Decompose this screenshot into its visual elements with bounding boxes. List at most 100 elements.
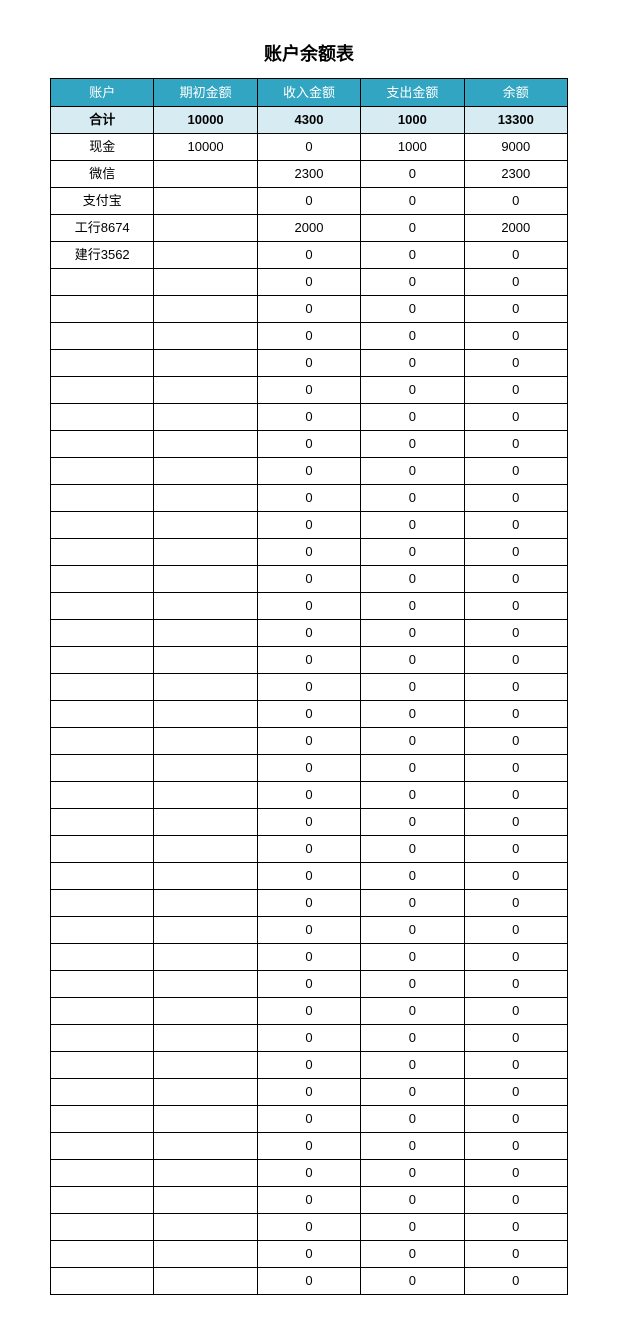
cell-account bbox=[51, 269, 154, 296]
cell-expense: 0 bbox=[361, 1214, 464, 1241]
cell-expense: 0 bbox=[361, 404, 464, 431]
table-row: 000 bbox=[51, 512, 568, 539]
cell-expense: 0 bbox=[361, 242, 464, 269]
cell-income: 0 bbox=[257, 782, 360, 809]
table-row: 000 bbox=[51, 755, 568, 782]
cell-initial bbox=[154, 890, 257, 917]
cell-balance: 0 bbox=[464, 458, 567, 485]
cell-initial bbox=[154, 485, 257, 512]
cell-expense: 0 bbox=[361, 323, 464, 350]
cell-account: 微信 bbox=[51, 161, 154, 188]
total-label: 合计 bbox=[51, 107, 154, 134]
cell-balance: 0 bbox=[464, 701, 567, 728]
table-row: 000 bbox=[51, 1052, 568, 1079]
cell-expense: 0 bbox=[361, 566, 464, 593]
cell-balance: 0 bbox=[464, 1160, 567, 1187]
table-row: 000 bbox=[51, 458, 568, 485]
cell-account bbox=[51, 1268, 154, 1295]
cell-initial bbox=[154, 431, 257, 458]
cell-initial: 10000 bbox=[154, 134, 257, 161]
cell-balance: 0 bbox=[464, 944, 567, 971]
cell-expense: 0 bbox=[361, 1187, 464, 1214]
cell-balance: 0 bbox=[464, 917, 567, 944]
table-row: 000 bbox=[51, 539, 568, 566]
cell-expense: 0 bbox=[361, 1106, 464, 1133]
cell-expense: 0 bbox=[361, 1160, 464, 1187]
cell-income: 0 bbox=[257, 458, 360, 485]
cell-income: 0 bbox=[257, 593, 360, 620]
cell-expense: 0 bbox=[361, 809, 464, 836]
cell-balance: 0 bbox=[464, 485, 567, 512]
cell-account bbox=[51, 1187, 154, 1214]
table-row: 000 bbox=[51, 485, 568, 512]
cell-income: 0 bbox=[257, 1268, 360, 1295]
cell-initial bbox=[154, 458, 257, 485]
cell-income: 0 bbox=[257, 863, 360, 890]
cell-initial bbox=[154, 539, 257, 566]
header-initial: 期初金额 bbox=[154, 79, 257, 107]
cell-initial bbox=[154, 323, 257, 350]
cell-income: 0 bbox=[257, 674, 360, 701]
cell-income: 0 bbox=[257, 701, 360, 728]
cell-income: 0 bbox=[257, 944, 360, 971]
cell-account bbox=[51, 1106, 154, 1133]
cell-income: 0 bbox=[257, 1052, 360, 1079]
cell-expense: 0 bbox=[361, 1268, 464, 1295]
cell-initial bbox=[154, 944, 257, 971]
cell-income: 0 bbox=[257, 188, 360, 215]
header-income: 收入金额 bbox=[257, 79, 360, 107]
table-row: 000 bbox=[51, 350, 568, 377]
table-row: 000 bbox=[51, 296, 568, 323]
cell-expense: 0 bbox=[361, 593, 464, 620]
header-expense: 支出金额 bbox=[361, 79, 464, 107]
header-balance: 余额 bbox=[464, 79, 567, 107]
table-row: 000 bbox=[51, 323, 568, 350]
cell-expense: 0 bbox=[361, 674, 464, 701]
cell-account bbox=[51, 485, 154, 512]
cell-account bbox=[51, 566, 154, 593]
cell-expense: 0 bbox=[361, 863, 464, 890]
cell-income: 0 bbox=[257, 323, 360, 350]
cell-income: 0 bbox=[257, 404, 360, 431]
table-row: 支付宝000 bbox=[51, 188, 568, 215]
cell-balance: 0 bbox=[464, 1133, 567, 1160]
cell-expense: 0 bbox=[361, 890, 464, 917]
cell-balance: 2000 bbox=[464, 215, 567, 242]
cell-expense: 0 bbox=[361, 377, 464, 404]
cell-expense: 0 bbox=[361, 1079, 464, 1106]
cell-expense: 0 bbox=[361, 458, 464, 485]
cell-balance: 2300 bbox=[464, 161, 567, 188]
cell-income: 0 bbox=[257, 917, 360, 944]
cell-income: 0 bbox=[257, 998, 360, 1025]
cell-balance: 0 bbox=[464, 1079, 567, 1106]
cell-initial bbox=[154, 1241, 257, 1268]
cell-income: 0 bbox=[257, 836, 360, 863]
cell-account bbox=[51, 1160, 154, 1187]
table-row: 000 bbox=[51, 404, 568, 431]
table-row: 000 bbox=[51, 1079, 568, 1106]
cell-account bbox=[51, 728, 154, 755]
cell-income: 0 bbox=[257, 512, 360, 539]
cell-income: 0 bbox=[257, 1106, 360, 1133]
cell-balance: 0 bbox=[464, 647, 567, 674]
cell-income: 2300 bbox=[257, 161, 360, 188]
cell-initial bbox=[154, 242, 257, 269]
cell-account bbox=[51, 863, 154, 890]
table-row: 000 bbox=[51, 728, 568, 755]
cell-account bbox=[51, 620, 154, 647]
cell-expense: 0 bbox=[361, 539, 464, 566]
cell-income: 0 bbox=[257, 134, 360, 161]
cell-expense: 0 bbox=[361, 296, 464, 323]
cell-account bbox=[51, 296, 154, 323]
table-row: 000 bbox=[51, 1187, 568, 1214]
cell-balance: 0 bbox=[464, 539, 567, 566]
cell-account bbox=[51, 1133, 154, 1160]
cell-initial bbox=[154, 1214, 257, 1241]
page-title: 账户余额表 bbox=[50, 40, 568, 66]
cell-balance: 0 bbox=[464, 431, 567, 458]
table-row: 000 bbox=[51, 782, 568, 809]
cell-initial bbox=[154, 620, 257, 647]
cell-balance: 0 bbox=[464, 566, 567, 593]
total-balance: 13300 bbox=[464, 107, 567, 134]
cell-account bbox=[51, 512, 154, 539]
